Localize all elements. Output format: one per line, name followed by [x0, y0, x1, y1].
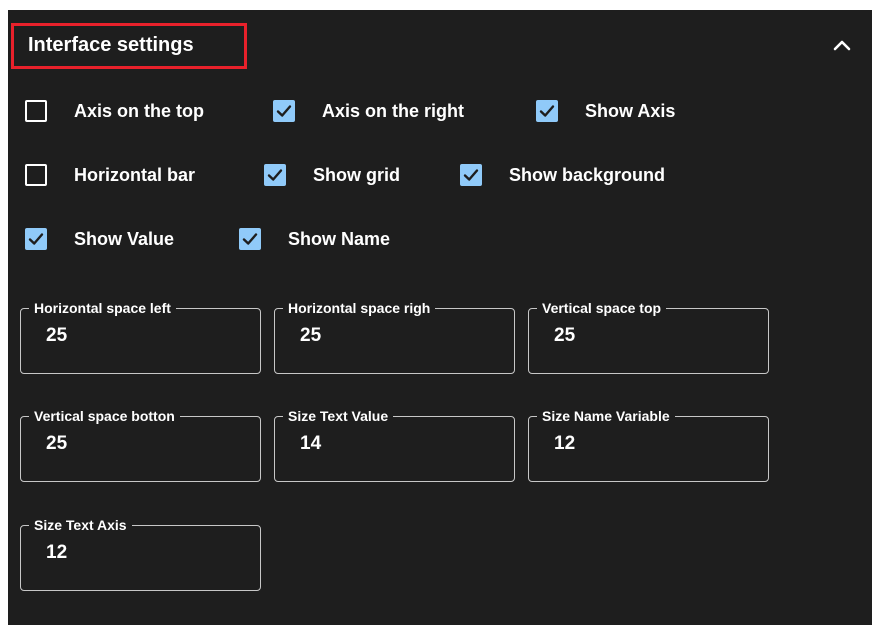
size-text-value-input[interactable] [300, 431, 490, 457]
checkmark-icon [264, 164, 286, 186]
field-vertical-space-top: Vertical space top [528, 299, 769, 374]
field-size-name-variable: Size Name Variable [528, 407, 769, 482]
field-label: Vertical space top [537, 299, 667, 317]
checkbox-label: Axis on the right [322, 100, 465, 121]
field-vertical-space-bottom: Vertical space botton [20, 407, 261, 482]
field-label: Size Text Value [283, 407, 394, 425]
checkbox-horizontal-bar[interactable]: Horizontal bar [25, 161, 195, 189]
field-horizontal-space-left: Horizontal space left [20, 299, 261, 374]
checkbox-label: Show Value [74, 228, 175, 249]
checkbox-label: Axis on the top [74, 100, 204, 121]
horizontal-space-right-input[interactable] [300, 323, 490, 349]
checkbox-label: Horizontal bar [74, 164, 196, 185]
field-size-text-axis: Size Text Axis [20, 516, 261, 591]
checkmark-icon [239, 228, 261, 250]
field-horizontal-space-right: Horizontal space righ [274, 299, 515, 374]
checkbox-label: Show grid [313, 164, 400, 185]
panel-title: Interface settings [28, 34, 194, 56]
horizontal-space-left-input[interactable] [46, 323, 236, 349]
field-size-text-value: Size Text Value [274, 407, 515, 482]
field-label: Size Text Axis [29, 516, 132, 534]
interface-settings-panel: Interface settings Axis on the top Axis … [8, 10, 872, 625]
checkbox-label: Show Name [288, 228, 391, 249]
field-label: Horizontal space righ [283, 299, 436, 317]
checkbox-unchecked-icon [25, 100, 47, 122]
checkbox-unchecked-icon [25, 164, 47, 186]
field-label: Vertical space botton [29, 407, 180, 425]
checkbox-axis-on-the-right[interactable]: Axis on the right [273, 97, 464, 125]
size-name-variable-input[interactable] [554, 431, 744, 457]
size-text-axis-input[interactable] [46, 540, 236, 566]
vertical-space-bottom-input[interactable] [46, 431, 236, 457]
checkbox-show-background[interactable]: Show background [460, 161, 665, 189]
field-label: Size Name Variable [537, 407, 675, 425]
checkmark-icon [25, 228, 47, 250]
checkbox-axis-on-the-top[interactable]: Axis on the top [25, 97, 204, 125]
checkmark-icon [536, 100, 558, 122]
chevron-up-icon[interactable] [832, 38, 852, 52]
checkmark-icon [460, 164, 482, 186]
checkbox-show-value[interactable]: Show Value [25, 225, 174, 253]
checkbox-show-grid[interactable]: Show grid [264, 161, 400, 189]
vertical-space-top-input[interactable] [554, 323, 744, 349]
checkbox-label: Show background [509, 164, 666, 185]
field-label: Horizontal space left [29, 299, 176, 317]
checkmark-icon [273, 100, 295, 122]
checkbox-show-axis[interactable]: Show Axis [536, 97, 675, 125]
checkbox-show-name[interactable]: Show Name [239, 225, 390, 253]
checkbox-label: Show Axis [585, 100, 676, 121]
